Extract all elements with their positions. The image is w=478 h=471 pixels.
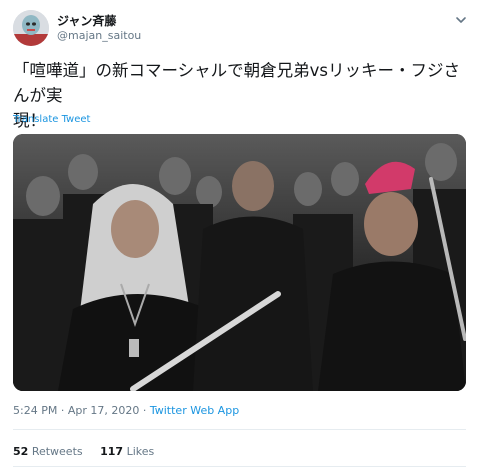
tweet-date[interactable]: Apr 17, 2020 [68,404,140,417]
retweets-stat[interactable]: 52 Retweets [13,445,83,458]
user-display-name[interactable]: ジャン斉藤 [57,12,116,29]
meta-separator: · [57,404,68,417]
chevron-down-icon[interactable] [454,12,468,26]
avatar[interactable] [13,10,49,46]
translate-tweet-link[interactable]: Translate Tweet [13,114,90,125]
retweets-count: 52 [13,445,29,458]
user-handle[interactable]: @majan_saitou [57,29,141,42]
likes-label: Likes [126,445,155,458]
tweet-source-link[interactable]: Twitter Web App [150,404,239,417]
tweet-stats: 52 Retweets 117 Likes [13,445,154,458]
likes-stat[interactable]: 117 Likes [100,445,154,458]
divider [13,429,466,430]
likes-count: 117 [100,445,124,458]
retweets-label: Retweets [31,445,83,458]
tweet-video[interactable] [13,134,466,391]
meta-separator: · [139,404,150,417]
tweet-meta: 5:24 PM · Apr 17, 2020 · Twitter Web App [13,404,239,417]
tweet-text-line: 「喧嘩道」の新コマーシャルで朝倉兄弟vsリッキー・フジさんが実 [13,61,461,105]
tweet-time[interactable]: 5:24 PM [13,404,57,417]
divider [13,466,466,467]
